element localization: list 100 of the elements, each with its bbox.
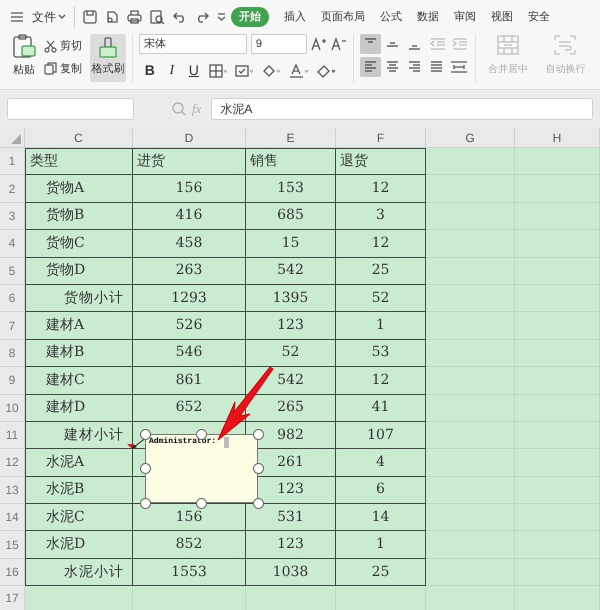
table-cell: 15	[246, 230, 336, 258]
row-header[interactable]: 7	[0, 312, 25, 340]
menu-icon[interactable]	[10, 11, 24, 23]
redo-icon[interactable]	[195, 11, 209, 23]
print-icon[interactable]	[127, 10, 142, 24]
decrease-font-icon[interactable]	[330, 37, 347, 51]
table-cell: 水泥B	[25, 476, 133, 504]
table-cell: 建材A	[25, 312, 133, 340]
table-cell: 458	[133, 230, 246, 258]
save-icon[interactable]	[83, 10, 97, 24]
align-bottom-icon	[408, 45, 421, 50]
row-header[interactable]: 12	[0, 449, 25, 477]
ribbon-tab[interactable]: 安全	[528, 8, 550, 26]
ribbon-tab[interactable]: 审阅	[454, 8, 476, 26]
table-cell: 建材B	[25, 340, 133, 368]
table-cell: 货物D	[25, 258, 133, 285]
cut-button[interactable]: 剪切	[44, 38, 86, 54]
ribbon-tab[interactable]: 插入	[284, 8, 306, 26]
table-cell: 542	[246, 258, 336, 285]
row-header[interactable]: 8	[0, 340, 25, 368]
table-cell: 6	[336, 476, 426, 504]
clipboard-icon[interactable]	[12, 34, 36, 60]
align-middle-icon	[386, 42, 399, 46]
table-cell: 14	[336, 504, 426, 532]
justify-icon	[430, 61, 443, 73]
borders-icon[interactable]	[208, 64, 227, 78]
undo-icon[interactable]	[173, 11, 187, 23]
font-size-field[interactable]: 9	[250, 34, 307, 54]
table-cell: 1395	[246, 284, 336, 312]
align-right-icon	[408, 61, 421, 73]
table-cell: 货物B	[25, 202, 133, 230]
font-name-field[interactable]: 宋体	[138, 34, 247, 54]
table-cell: 416	[133, 202, 246, 230]
comment-box[interactable]: Administrator:	[145, 434, 258, 503]
table-cell: 建材C	[25, 367, 133, 395]
row-header[interactable]: 16	[0, 558, 25, 586]
align-center-icon	[386, 61, 399, 73]
table-cell: 水泥C	[25, 504, 133, 532]
table-cell: 12	[336, 367, 426, 395]
ribbon-tab[interactable]: 数据	[417, 8, 439, 26]
eraser-icon[interactable]	[316, 64, 337, 78]
table-cell: 526	[133, 312, 246, 340]
row-header[interactable]: 15	[0, 531, 25, 559]
export-icon[interactable]	[105, 10, 119, 24]
table-cell: 861	[133, 367, 246, 395]
increase-font-icon[interactable]	[310, 37, 327, 51]
row-header[interactable]: 11	[0, 422, 25, 450]
cell-style-icon[interactable]	[234, 64, 253, 78]
merge-cells-icon	[496, 34, 520, 56]
ribbon-tab[interactable]: 视图	[491, 8, 513, 26]
table-cell: 107	[336, 422, 426, 450]
copy-button[interactable]: 复制	[44, 60, 86, 77]
chevron-down-icon[interactable]	[58, 14, 66, 20]
table-cell: 852	[133, 531, 246, 559]
row-header[interactable]: 14	[0, 504, 25, 532]
row-header[interactable]: 1	[0, 148, 25, 176]
scissors-icon	[44, 40, 57, 53]
table-cell: 水泥D	[25, 531, 133, 559]
table-cell: 进货	[133, 148, 246, 176]
row-header[interactable]: 2	[0, 175, 25, 203]
row-header[interactable]: 3	[0, 202, 25, 230]
table-cell: 41	[336, 394, 426, 422]
brush-icon	[98, 37, 118, 59]
row-header[interactable]: 17	[0, 586, 25, 610]
distributed-icon[interactable]	[450, 61, 468, 73]
fill-color-icon[interactable]	[260, 64, 281, 78]
row-header[interactable]: 13	[0, 476, 25, 504]
dropdown-icon[interactable]	[217, 12, 226, 22]
table-cell: 12	[336, 230, 426, 258]
row-header[interactable]: 9	[0, 367, 25, 395]
font-color-icon[interactable]	[288, 64, 309, 78]
row-header[interactable]: 4	[0, 230, 25, 258]
table-cell: 53	[336, 340, 426, 368]
table-cell: 货物C	[25, 230, 133, 258]
copy-icon	[44, 62, 57, 76]
print-preview-icon[interactable]	[150, 10, 165, 24]
table-cell: 156	[133, 504, 246, 532]
table-cell: 3	[336, 202, 426, 230]
align-left-icon	[364, 61, 377, 73]
italic-button[interactable]: I	[164, 60, 179, 81]
align-top-button[interactable]	[360, 34, 381, 54]
table-cell: 153	[246, 175, 336, 203]
bold-button[interactable]: B	[142, 60, 157, 81]
ribbon-tab[interactable]: 页面布局	[321, 8, 365, 26]
table-cell: 类型	[25, 148, 133, 176]
ribbon-tab[interactable]: 开始	[231, 6, 269, 28]
table-cell: 156	[133, 175, 246, 203]
table-cell: 退货	[336, 148, 426, 176]
formula-field[interactable]: 水泥A	[211, 98, 593, 120]
paste-button[interactable]: 粘贴	[12, 62, 35, 78]
align-left-button[interactable]	[360, 57, 381, 77]
underline-button[interactable]: U	[186, 60, 201, 81]
row-header[interactable]: 6	[0, 284, 25, 312]
table-cell: 531	[246, 504, 336, 532]
ribbon-tab[interactable]: 公式	[380, 8, 402, 26]
file-menu[interactable]: 文件	[32, 8, 56, 26]
row-header[interactable]: 5	[0, 258, 25, 285]
table-cell: 542	[246, 367, 336, 395]
format-painter-button[interactable]: 格式刷	[90, 34, 126, 82]
row-header[interactable]: 10	[0, 394, 25, 422]
